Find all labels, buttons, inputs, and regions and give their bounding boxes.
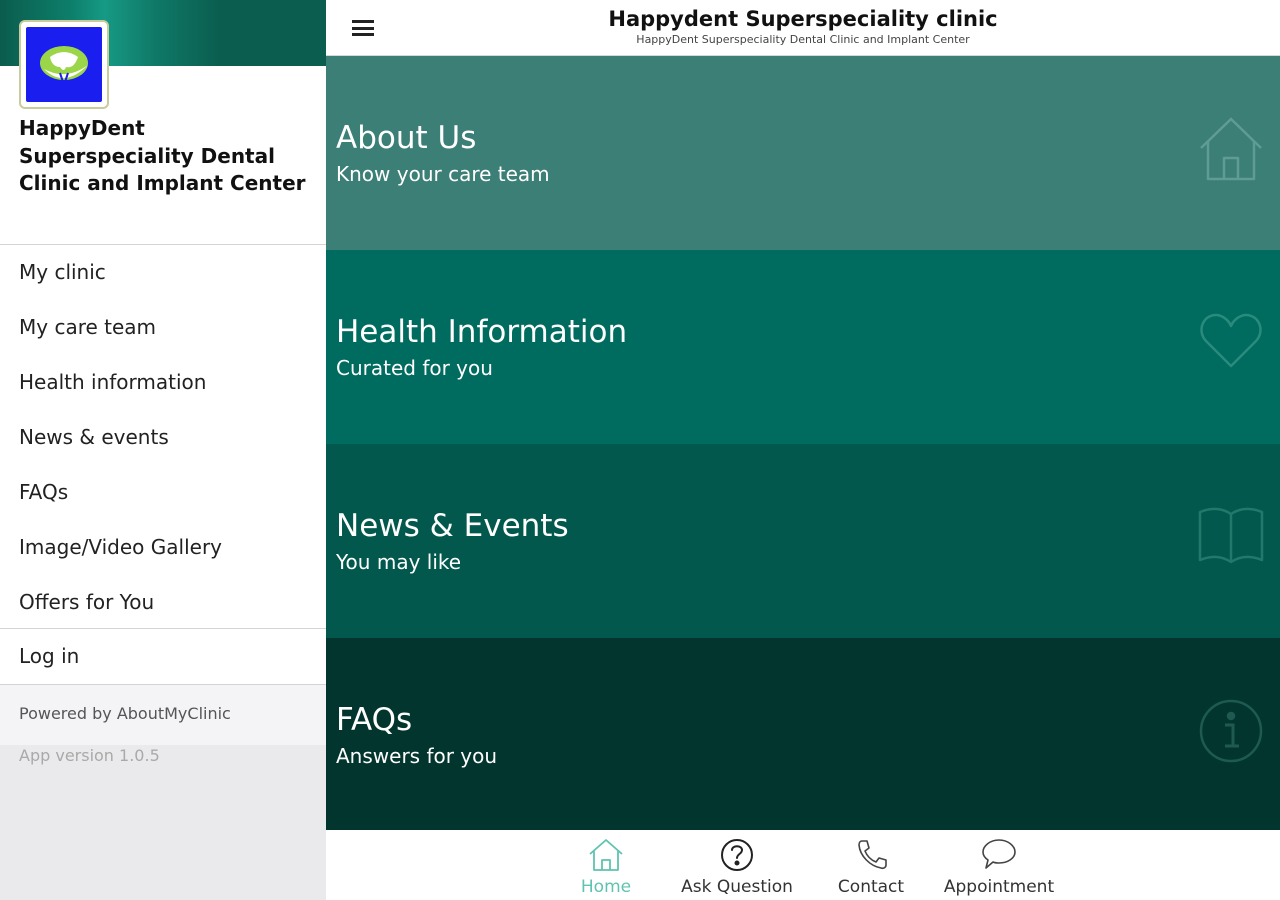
page-subtitle: HappyDent Superspeciality Dental Clinic … — [636, 33, 970, 46]
chat-bubble-icon — [979, 836, 1019, 872]
bottom-tab-bar: Home Ask Question Contact Appointment — [326, 830, 1280, 900]
tile-about-us[interactable]: About Us Know your care team — [326, 56, 1280, 250]
drawer-menu: My clinic My care team Health informatio… — [0, 244, 326, 630]
drawer-item-news-events[interactable]: News & events — [0, 410, 326, 465]
tile-title: Health Information — [336, 314, 628, 350]
tab-label: Ask Question — [681, 877, 793, 897]
question-icon — [717, 836, 757, 872]
navigation-drawer: HappyDent Superspeciality Dental Clinic … — [0, 0, 326, 900]
tab-ask-question[interactable]: Ask Question — [676, 836, 798, 897]
tooth-logo-icon — [26, 27, 102, 102]
clinic-logo — [19, 20, 109, 109]
tile-subtitle: Answers for you — [336, 744, 498, 768]
tile-news-events[interactable]: News & Events You may like — [326, 444, 1280, 638]
powered-by-text: Powered by AboutMyClinic — [19, 704, 231, 723]
book-icon — [1198, 502, 1264, 568]
home-icon — [1198, 116, 1264, 182]
drawer-item-my-care-team[interactable]: My care team — [0, 300, 326, 355]
tab-label: Contact — [837, 877, 905, 897]
tab-home[interactable]: Home — [576, 836, 636, 897]
tile-subtitle: Know your care team — [336, 162, 550, 186]
drawer-item-offers[interactable]: Offers for You — [0, 575, 326, 630]
tab-appointment[interactable]: Appointment — [938, 836, 1060, 897]
phone-icon — [851, 836, 891, 872]
tab-contact[interactable]: Contact — [831, 836, 911, 897]
home-icon — [586, 836, 626, 872]
drawer-item-my-clinic[interactable]: My clinic — [0, 245, 326, 300]
clinic-name: HappyDent Superspeciality Dental Clinic … — [19, 116, 306, 195]
heart-icon — [1198, 308, 1264, 374]
tile-title: About Us — [336, 120, 477, 156]
tile-title: News & Events — [336, 508, 569, 544]
tile-health-information[interactable]: Health Information Curated for you — [326, 250, 1280, 444]
info-icon — [1198, 698, 1264, 764]
tile-subtitle: Curated for you — [336, 356, 493, 380]
page-title: Happydent Superspeciality clinic — [608, 7, 998, 31]
drawer-header: HappyDent Superspeciality Dental Clinic … — [0, 0, 326, 244]
login-button[interactable]: Log in — [0, 629, 326, 684]
tab-label: Appointment — [943, 877, 1055, 897]
app-header: Happydent Superspeciality clinic HappyDe… — [326, 0, 1280, 56]
drawer-item-health-information[interactable]: Health information — [0, 355, 326, 410]
tab-label: Home — [580, 877, 632, 897]
home-tiles: About Us Know your care team Health Info… — [326, 56, 1280, 832]
tile-faqs[interactable]: FAQs Answers for you — [326, 638, 1280, 832]
login-section: Log in — [0, 628, 326, 685]
tile-subtitle: You may like — [336, 550, 462, 574]
tile-title: FAQs — [336, 702, 413, 738]
app-version-text: App version 1.0.5 — [19, 746, 160, 765]
drawer-item-faqs[interactable]: FAQs — [0, 465, 326, 520]
drawer-item-gallery[interactable]: Image/Video Gallery — [0, 520, 326, 575]
